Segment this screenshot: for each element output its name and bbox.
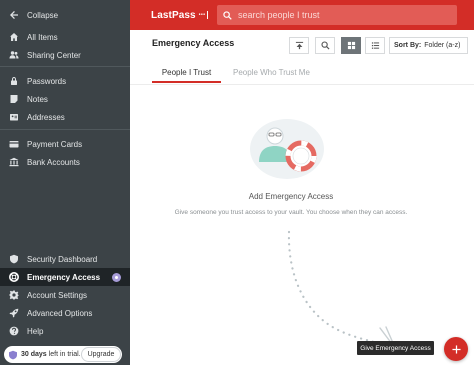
sort-dropdown[interactable]: Sort By: Folder (a-z) — [389, 37, 468, 54]
search-icon — [223, 10, 232, 20]
sidebar-item-payment-cards[interactable]: Payment Cards — [0, 135, 130, 153]
empty-state-title: Add Emergency Access — [248, 192, 334, 201]
sidebar-item-label: Notes — [27, 94, 48, 104]
logo-text: LastPass — [151, 9, 196, 21]
sort-value: Folder (a-z) — [424, 42, 461, 49]
note-icon — [8, 93, 20, 105]
credit-card-icon — [8, 138, 20, 150]
collapse-button[interactable]: Collapse — [0, 6, 130, 24]
trial-days: 30 days — [21, 351, 47, 358]
logo-dots: ••• — [198, 12, 206, 18]
sidebar-item-all-items[interactable]: All Items — [0, 28, 130, 46]
collapse-label: Collapse — [27, 10, 59, 20]
logo-bar — [207, 11, 209, 19]
sidebar-item-label: Addresses — [27, 112, 65, 122]
lifebuoy-icon — [8, 271, 20, 283]
scroll-top-button[interactable] — [289, 37, 309, 54]
lock-icon — [8, 75, 20, 87]
sidebar-item-label: Payment Cards — [27, 139, 83, 149]
list-icon — [371, 42, 379, 49]
sidebar-item-label: Bank Accounts — [27, 157, 80, 167]
lastpass-logo: LastPass ••• — [151, 8, 209, 22]
sidebar-item-label: All Items — [27, 32, 58, 42]
trial-text: left in trial. — [48, 351, 81, 358]
sidebar-item-emergency-access[interactable]: Emergency Access — [0, 268, 130, 286]
upgrade-button[interactable]: Upgrade — [81, 347, 121, 362]
sidebar-item-help[interactable]: Help — [0, 322, 130, 340]
dotted-guide-path — [287, 230, 394, 348]
tab-people-i-trust[interactable]: People I Trust — [152, 68, 221, 83]
grid-view-button[interactable] — [341, 37, 361, 54]
add-emergency-access-button[interactable] — [444, 337, 468, 361]
sidebar-item-label: Sharing Center — [27, 50, 81, 60]
search-box[interactable] — [217, 5, 457, 25]
list-view-button[interactable] — [365, 37, 385, 54]
sidebar-item-notes[interactable]: Notes — [0, 90, 130, 108]
add-tooltip: Give Emergency Access — [357, 341, 434, 355]
sidebar: Collapse All Items Sharing Center Passwo… — [0, 0, 130, 365]
arrow-up-to-line-icon — [295, 41, 303, 50]
address-card-icon — [8, 111, 20, 123]
sidebar-item-label: Help — [27, 326, 44, 336]
tabs-divider — [130, 84, 474, 85]
sidebar-item-security-dashboard[interactable]: Security Dashboard — [0, 250, 130, 268]
sidebar-item-addresses[interactable]: Addresses — [0, 108, 130, 126]
sidebar-item-label: Passwords — [27, 76, 67, 86]
shield-icon — [9, 350, 17, 359]
bank-icon — [8, 156, 20, 168]
grid-icon — [347, 41, 355, 50]
sidebar-item-account-settings[interactable]: Account Settings — [0, 286, 130, 304]
sidebar-item-label: Advanced Options — [27, 308, 93, 318]
sidebar-item-advanced-options[interactable]: Advanced Options — [0, 304, 130, 322]
shield-icon — [8, 253, 20, 265]
people-icon — [8, 49, 20, 61]
gear-icon — [8, 289, 20, 301]
notification-badge — [112, 272, 121, 282]
sidebar-item-bank-accounts[interactable]: Bank Accounts — [0, 153, 130, 171]
plus-icon — [451, 344, 461, 354]
empty-state-description: Give someone you trust access to your va… — [174, 209, 408, 216]
top-bar: LastPass ••• — [130, 0, 474, 30]
arrow-left-icon — [8, 9, 20, 21]
page-title: Emergency Access — [152, 38, 235, 48]
emergency-access-illustration — [250, 119, 324, 179]
home-icon — [8, 31, 20, 43]
zoom-button[interactable] — [315, 37, 335, 54]
sidebar-divider — [0, 129, 130, 130]
sidebar-item-passwords[interactable]: Passwords — [0, 72, 130, 90]
tab-people-who-trust-me[interactable]: People Who Trust Me — [233, 68, 310, 77]
sidebar-item-label: Security Dashboard — [27, 254, 98, 264]
magnifier-icon — [320, 41, 330, 50]
sort-label: Sort By: — [394, 42, 422, 49]
sidebar-item-sharing-center[interactable]: Sharing Center — [0, 46, 130, 64]
sidebar-divider — [0, 66, 130, 67]
sidebar-item-label: Emergency Access — [27, 272, 101, 282]
rocket-icon — [8, 307, 20, 319]
search-input[interactable] — [238, 10, 438, 20]
help-icon — [8, 325, 20, 337]
sidebar-item-label: Account Settings — [27, 290, 88, 300]
